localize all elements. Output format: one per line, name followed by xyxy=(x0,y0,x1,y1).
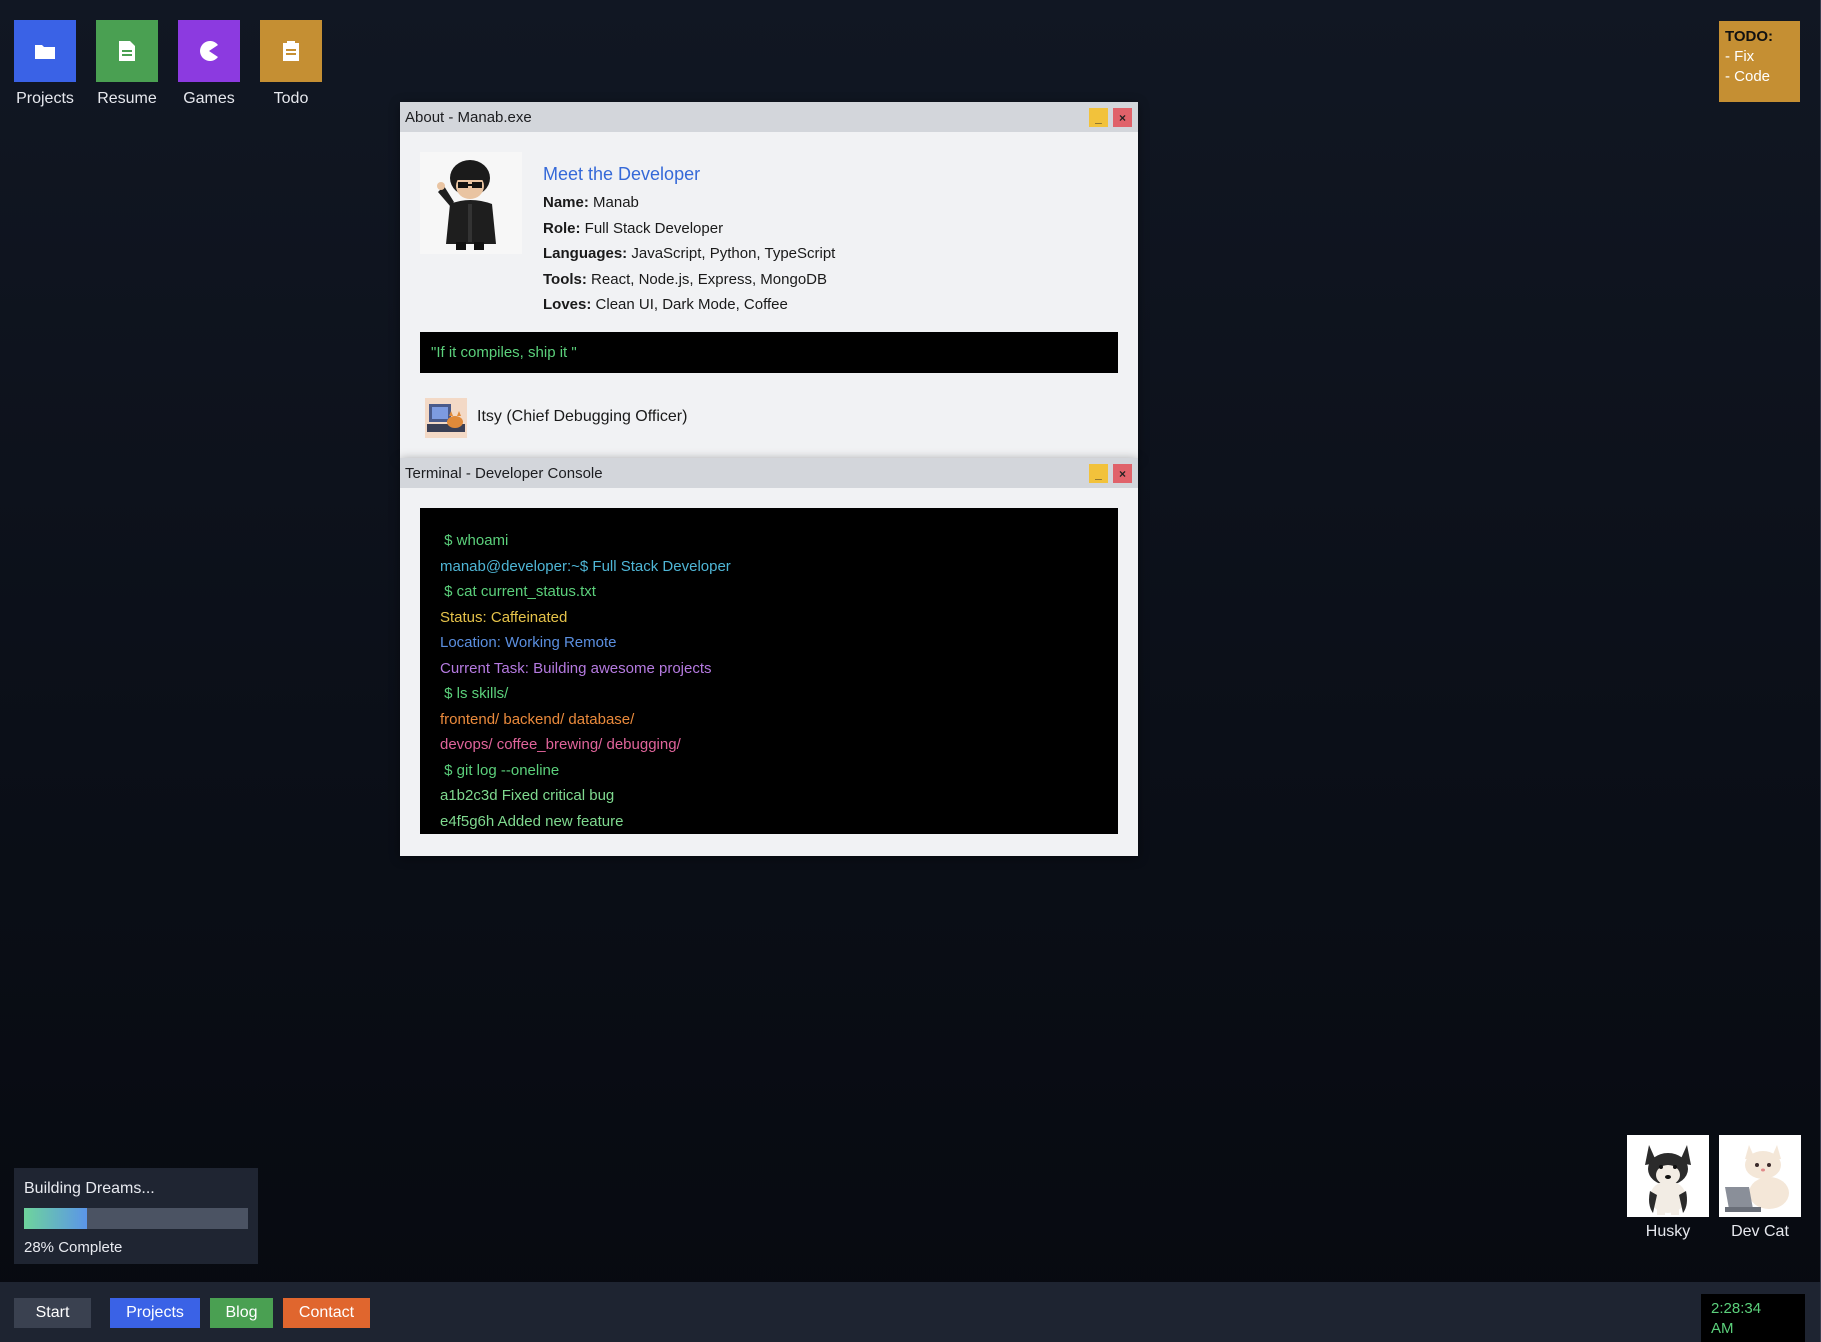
terminal-output[interactable]: $ whoami manab@developer:~$ Full Stack De… xyxy=(420,508,1118,834)
taskbar-projects-button[interactable]: Projects xyxy=(110,1298,200,1328)
close-button[interactable]: × xyxy=(1113,108,1132,127)
desktop-icon-projects[interactable]: Projects xyxy=(4,20,86,110)
developer-facts: Name: Manab Role: Full Stack Developer L… xyxy=(543,190,835,318)
fact-name: Name: Manab xyxy=(543,190,835,216)
minimize-button[interactable]: _ xyxy=(1089,108,1108,127)
fact-value: Clean UI, Dark Mode, Coffee xyxy=(591,296,788,313)
window-title: Terminal - Developer Console xyxy=(405,464,603,482)
terminal-line: $ ls skills/ xyxy=(440,685,509,702)
terminal-line: Current Task: Building awesome projects xyxy=(440,659,712,677)
pet-dev-cat[interactable]: Dev Cat xyxy=(1718,1135,1802,1241)
pacman-icon xyxy=(178,20,240,82)
quote-block: "If it compiles, ship it " xyxy=(420,332,1118,373)
start-button[interactable]: Start xyxy=(14,1298,91,1328)
fact-key: Role: xyxy=(543,219,581,237)
window-title: About - Manab.exe xyxy=(405,108,532,126)
terminal-line: frontend/ backend/ database/ xyxy=(440,710,635,728)
terminal-line: $ cat current_status.txt xyxy=(440,583,596,600)
fact-key: Loves: xyxy=(543,296,592,313)
fact-languages: Languages: JavaScript, Python, TypeScrip… xyxy=(543,241,835,267)
desktop-icon-label: Todo xyxy=(273,90,309,107)
taskbar-clock: 2:28:34 AM xyxy=(1701,1294,1805,1342)
cat-laptop-icon xyxy=(1719,1135,1801,1217)
pet-husky[interactable]: Husky xyxy=(1626,1135,1710,1241)
fact-value: React, Node.js, Express, MongoDB xyxy=(586,270,827,288)
terminal-window: Terminal - Developer Console _ × $ whoam… xyxy=(400,458,1138,856)
itsy-cat-icon xyxy=(425,398,467,438)
clock-ampm: AM xyxy=(1711,1320,1734,1337)
pet-label: Dev Cat xyxy=(1731,1223,1789,1240)
terminal-line: devops/ coffee_brewing/ debugging/ xyxy=(440,736,681,753)
pet-label: Husky xyxy=(1645,1223,1691,1240)
taskbar-contact-button[interactable]: Contact xyxy=(283,1298,370,1328)
clock-time: 2:28:34 xyxy=(1711,1300,1762,1317)
fact-value: Manab xyxy=(588,194,639,211)
sticky-line: - Fix xyxy=(1725,48,1755,65)
progress-label: 28% Complete xyxy=(24,1239,123,1256)
terminal-line: a1b2c3d Fixed critical bug xyxy=(440,787,615,804)
document-icon xyxy=(96,20,158,82)
fact-key: Languages: xyxy=(543,245,628,262)
terminal-line: Location: Working Remote xyxy=(440,634,617,651)
desktop-icon-resume[interactable]: Resume xyxy=(86,20,168,110)
terminal-line: Status: Caffeinated xyxy=(440,608,568,626)
desktop-icon-todo[interactable]: Todo xyxy=(250,20,332,110)
fact-key: Tools: xyxy=(543,270,587,288)
progress-bar xyxy=(24,1208,248,1229)
taskbar-blog-button[interactable]: Blog xyxy=(210,1298,273,1328)
desktop-icon-label: Projects xyxy=(16,90,74,107)
terminal-line: $ whoami xyxy=(440,532,509,549)
progress-title: Building Dreams... xyxy=(24,1180,155,1197)
terminal-window-titlebar[interactable]: Terminal - Developer Console _ × xyxy=(400,458,1138,488)
folder-icon xyxy=(14,20,76,82)
taskbar: Start Projects Blog Contact 2:28:34 AM xyxy=(0,1282,1820,1342)
minimize-button[interactable]: _ xyxy=(1089,464,1108,483)
terminal-line: $ git log --oneline xyxy=(440,761,560,779)
close-button[interactable]: × xyxy=(1113,464,1132,483)
section-heading: Meet the Developer xyxy=(543,164,701,184)
desktop-icon-label: Resume xyxy=(97,90,157,107)
progress-widget: Building Dreams... 28% Complete xyxy=(14,1168,258,1264)
clipboard-icon xyxy=(260,20,322,82)
about-window: About - Manab.exe _ × Meet the Developer… xyxy=(400,102,1138,458)
about-window-titlebar[interactable]: About - Manab.exe _ × xyxy=(400,102,1138,132)
developer-avatar xyxy=(420,152,522,254)
fact-loves: Loves: Clean UI, Dark Mode, Coffee xyxy=(543,292,835,318)
desktop-icon-label: Games xyxy=(183,90,235,107)
sticky-line: - Code xyxy=(1725,68,1771,85)
fact-value: Full Stack Developer xyxy=(580,219,724,237)
todo-sticky-note[interactable]: TODO: - Fix - Code xyxy=(1719,21,1800,102)
itsy-label: Itsy (Chief Debugging Officer) xyxy=(477,408,688,425)
fact-value: JavaScript, Python, TypeScript xyxy=(627,245,836,262)
fact-tools: Tools: React, Node.js, Express, MongoDB xyxy=(543,267,835,293)
desktop-icon-games[interactable]: Games xyxy=(168,20,250,110)
terminal-line: manab@developer:~$ Full Stack Developer xyxy=(440,557,731,575)
fact-role: Role: Full Stack Developer xyxy=(543,216,835,242)
sticky-heading: TODO: xyxy=(1725,28,1774,45)
fact-key: Name: xyxy=(543,194,589,211)
husky-icon xyxy=(1627,1135,1709,1217)
terminal-line: e4f5g6h Added new feature xyxy=(440,812,624,830)
progress-bar-fill xyxy=(24,1208,87,1229)
